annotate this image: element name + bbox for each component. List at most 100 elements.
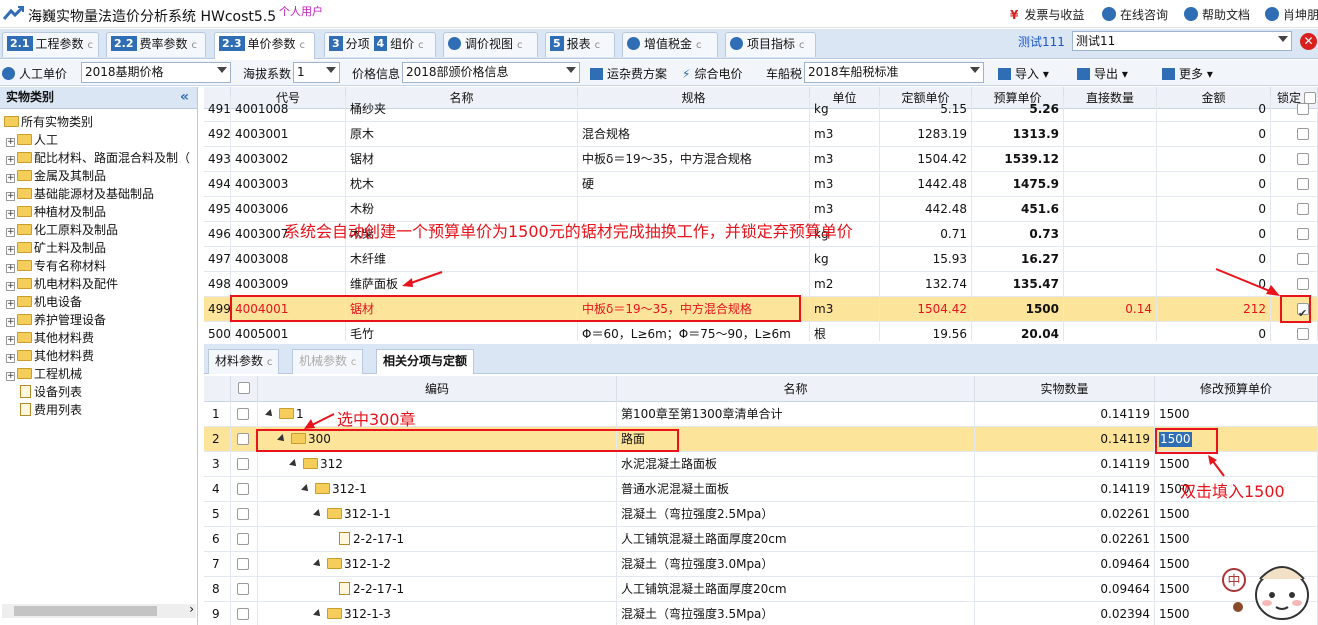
combined-power-button[interactable]: ⚡ 综合电价 [682,65,742,82]
cell-no[interactable]: 499 [204,297,231,322]
cell-code[interactable]: 4005001 [231,322,346,341]
price-info-select[interactable]: 2018部颁价格信息 [402,62,580,83]
expand-icon[interactable]: + [6,300,15,309]
cell-qty[interactable]: 0.02261 [975,502,1155,527]
tab-engineering-params[interactable]: 2.1 工程参数 c [2,32,99,57]
row-checkbox[interactable] [237,608,249,620]
cell-qty[interactable]: 0.09464 [975,552,1155,577]
select-all-checkbox[interactable] [238,382,250,394]
expand-icon[interactable]: + [6,282,15,291]
cell-no[interactable]: 496 [204,222,231,247]
cell-modify-price[interactable]: 1500 [1155,452,1318,477]
cell-budget[interactable]: 1475.9 [972,172,1064,197]
cell-no[interactable]: 497 [204,247,231,272]
tab-project-indicators[interactable]: 项目指标 c [725,32,816,57]
cell-spec[interactable] [578,272,810,297]
expand-icon[interactable]: + [6,174,15,183]
tab-vat[interactable]: 增值税金 c [622,32,718,57]
sidebar-item[interactable]: + 矿土料及制品 [6,239,202,257]
horizontal-scrollbar[interactable]: › [2,602,196,618]
cell-no[interactable]: 494 [204,172,231,197]
table-row[interactable]: 7 312-1-2 混凝土（弯拉强度3.0Mpa） 0.09464 1500 [204,552,1318,577]
cell-code[interactable]: 312 [258,452,617,477]
cell-qty[interactable] [1064,247,1157,272]
sidebar-item[interactable]: 费用列表 [20,401,216,419]
sidebar-item[interactable]: + 机电设备 [6,293,202,311]
cell-qty[interactable] [1064,122,1157,147]
sidebar-item[interactable]: + 工程机械 [6,365,202,383]
row-checkbox[interactable] [237,533,249,545]
cell-budget[interactable]: 5.26 [972,97,1064,122]
cell-amount[interactable]: 0 [1157,197,1271,222]
cell-name[interactable]: 维萨面板 [346,272,578,297]
lock-checkbox[interactable] [1297,228,1309,240]
col-modify-price[interactable]: 修改预算单价 [1155,376,1318,402]
user-menu[interactable]: 肖坤朋 [1265,6,1318,23]
table-row[interactable]: 492 4003001 原木 混合规格 m3 1283.19 1313.9 0 [204,122,1318,147]
collapse-arrow-icon[interactable] [313,559,323,569]
cell-code[interactable]: 4003009 [231,272,346,297]
expand-icon[interactable]: + [6,264,15,273]
table-row[interactable]: 500 4005001 毛竹 Φ＝60，L≥6m；Φ＝75～90，L≥6m 根 19.56… [204,322,1318,341]
cell-qty[interactable]: 0.14119 [975,402,1155,427]
tab-unit-price-params[interactable]: 2.3 单价参数 c [214,32,315,59]
table-row[interactable]: 5 312-1-1 混凝土（弯拉强度2.5Mpa） 0.02261 1500 [204,502,1318,527]
collapse-arrow-icon[interactable] [289,459,299,469]
lock-checkbox[interactable] [1297,203,1309,215]
cell-amount[interactable]: 0 [1157,122,1271,147]
tab-machine-params[interactable]: 机械参数 c [292,349,364,374]
table-row[interactable]: 8 2-2-17-1 人工铺筑混凝土路面厚度20cm 0.09464 1500 [204,577,1318,602]
sidebar-item[interactable]: 设备列表 [20,383,216,401]
expand-icon[interactable]: + [6,228,15,237]
sidebar-item[interactable]: + 配比材料、路面混合料及制（ [6,149,202,167]
cell-quota[interactable]: 1442.48 [880,172,972,197]
cell-name[interactable]: 木纤维 [346,247,578,272]
cell-name[interactable]: 毛竹 [346,322,578,341]
col-name[interactable]: 名称 [617,376,975,402]
sidebar-item[interactable]: + 其他材料费 [6,347,202,365]
cell-code[interactable]: 4003003 [231,172,346,197]
online-consult-link[interactable]: 在线咨询 [1102,6,1168,23]
cell-qty[interactable] [1064,322,1157,341]
cell-budget[interactable]: 16.27 [972,247,1064,272]
cell-name[interactable]: 人工铺筑混凝土路面厚度20cm [617,527,975,552]
lock-checkbox[interactable] [1297,128,1309,140]
col-qty[interactable]: 实物数量 [975,376,1155,402]
cell-name[interactable]: 水泥混凝土路面板 [617,452,975,477]
table-row[interactable]: 491 4001008 桶纱夹 kg 5.15 5.26 0 [204,97,1318,122]
collapse-arrow-icon[interactable] [265,409,275,419]
cell-name[interactable]: 人工铺筑混凝土路面厚度20cm [617,577,975,602]
cell-amount[interactable]: 0 [1157,97,1271,122]
tab-related-items[interactable]: 相关分项与定额 [376,349,475,374]
expand-icon[interactable]: + [6,336,15,345]
lock-checkbox[interactable] [1297,103,1309,115]
tab-reports[interactable]: 5 报表 c [545,32,615,57]
sidebar-item[interactable]: + 人工 [6,131,202,149]
cell-spec[interactable]: 混合规格 [578,122,810,147]
vehicle-tax-select[interactable]: 2018车船税标准 [804,62,984,83]
expand-icon[interactable]: + [6,354,15,363]
cell-name[interactable]: 原木 [346,122,578,147]
cell-amount[interactable]: 0 [1157,172,1271,197]
import-button[interactable]: 导入 ▾ [998,65,1049,82]
cell-budget[interactable]: 1313.9 [972,122,1064,147]
cell-unit[interactable]: 根 [810,322,880,341]
row-checkbox[interactable] [237,458,249,470]
cell-unit[interactable]: m3 [810,122,880,147]
cell-qty[interactable]: 0.14119 [975,452,1155,477]
sidebar-item[interactable]: + 种植材及制品 [6,203,202,221]
cell-qty[interactable] [1064,147,1157,172]
cell-spec[interactable]: 中板δ＝19～35，中方混合规格 [578,147,810,172]
transport-plan-button[interactable]: 运杂费方案 [590,65,667,82]
cell-spec[interactable] [578,247,810,272]
sidebar-item[interactable]: + 专有名称材料 [6,257,202,275]
cell-unit[interactable]: m2 [810,272,880,297]
cell-spec[interactable]: 硬 [578,172,810,197]
row-checkbox[interactable] [237,583,249,595]
expand-icon[interactable]: + [6,318,15,327]
cell-name[interactable]: 混凝土（弯拉强度2.5Mpa） [617,502,975,527]
cell-budget[interactable]: 20.04 [972,322,1064,341]
cell-qty[interactable]: 0.14 [1064,297,1157,322]
cell-budget[interactable]: 451.6 [972,197,1064,222]
table-row[interactable]: 6 2-2-17-1 人工铺筑混凝土路面厚度20cm 0.02261 1500 [204,527,1318,552]
